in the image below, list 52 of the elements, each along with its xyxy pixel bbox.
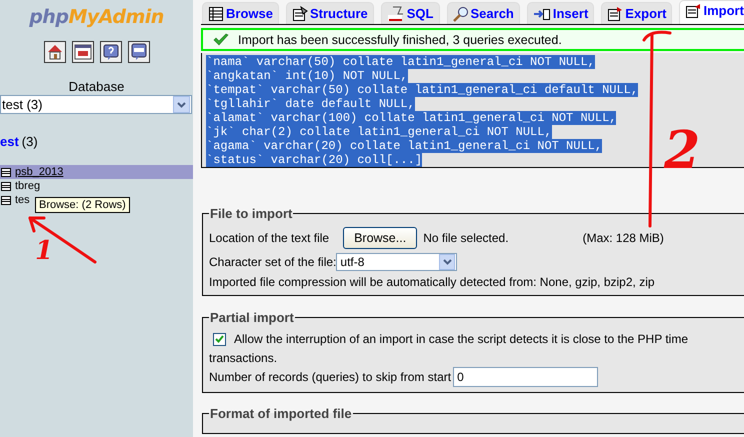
export-icon	[607, 6, 624, 22]
annotation-arrow	[28, 216, 96, 264]
checkbox-label-continuation: transactions.	[209, 350, 278, 364]
tab[interactable]: Browse	[202, 2, 279, 24]
max-size: (Max: 128 MiB)	[582, 231, 664, 245]
import-icon	[685, 3, 702, 19]
tab[interactable]: Structure	[286, 2, 374, 24]
database-select[interactable]: test (3)	[0, 95, 192, 114]
sql-icon	[386, 6, 405, 22]
charset-label: Character set of the file:	[209, 255, 336, 269]
location-label: Location of the text file	[209, 231, 330, 245]
database-label: Database	[68, 79, 124, 94]
help-icon[interactable]	[100, 41, 122, 63]
tab[interactable]: Insert	[526, 2, 594, 24]
tooltip: Browse: (2 Rows)	[35, 197, 130, 213]
panel-legend: Format of imported file	[209, 406, 353, 421]
table-icon	[1, 196, 11, 204]
compression-note: Imported file compression will be automatically detected from: None, gzip, bzip2, zip	[209, 275, 655, 289]
table-icon	[1, 168, 11, 176]
table-row[interactable]: tbreg	[0, 179, 193, 193]
tab[interactable]: SQL	[380, 2, 440, 24]
charset-select[interactable]: utf-8	[336, 253, 458, 271]
file-status: No file selected.	[423, 231, 509, 245]
database-link[interactable]: est	[0, 134, 19, 149]
browse-icon	[208, 6, 224, 22]
checkbox[interactable]	[213, 332, 226, 346]
table-icon	[1, 182, 11, 190]
table-link[interactable]: tbreg	[15, 180, 40, 192]
search-icon	[452, 6, 468, 22]
annotation-number: 1	[35, 238, 54, 264]
browse-button[interactable]: Browse...	[343, 227, 418, 249]
home-icon[interactable]	[44, 41, 66, 63]
skip-input[interactable]: 0	[453, 367, 598, 387]
table-link[interactable]: tes	[15, 194, 30, 206]
caret-icon	[177, 102, 186, 108]
sql-window-icon[interactable]	[72, 41, 94, 63]
panel-legend: Partial import	[209, 310, 295, 325]
skip-label: Number of records (queries) to skip from start	[209, 370, 452, 384]
caret-icon	[442, 259, 452, 265]
checkmark-icon	[213, 33, 229, 46]
tab[interactable]: Export	[601, 2, 672, 24]
tab[interactable]: Search	[446, 2, 520, 24]
sql-query-icon[interactable]	[128, 41, 150, 63]
table-row[interactable]: psb_2013	[0, 165, 193, 179]
success-text: Import has been successfully finished, 3 queries executed.	[238, 32, 562, 46]
panel-legend: File to import	[209, 206, 294, 221]
table-link[interactable]: psb_2013	[15, 166, 64, 178]
table-count: (3)	[22, 134, 38, 149]
annotation-number: 2	[664, 125, 700, 177]
tab[interactable]: Import	[679, 0, 744, 24]
checkbox-label: Allow the interruption of an import in case the script detects it is close to the PHP time	[234, 332, 688, 346]
structure-icon	[292, 6, 308, 22]
